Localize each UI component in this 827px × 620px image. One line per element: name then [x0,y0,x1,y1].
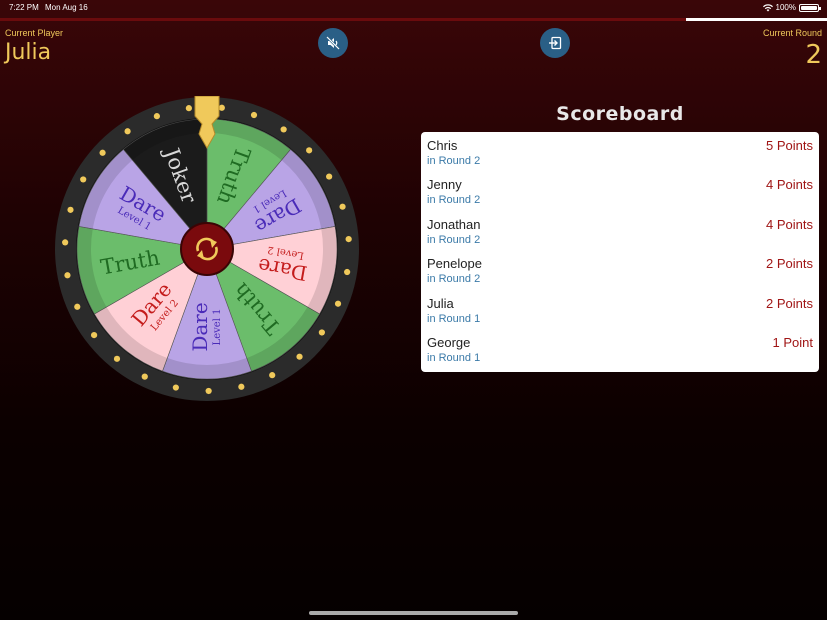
score-row: Jonathan in Round 2 4 Points [421,211,819,250]
player-name: Penelope [427,256,482,272]
player-round: in Round 2 [427,194,481,207]
rim-light [318,329,325,336]
speaker-mute-icon [326,36,340,50]
round-progress-bar [0,18,827,21]
rim-light [80,176,87,183]
rim-light [185,105,192,112]
round-progress-fill [686,18,827,21]
scoreboard-title: Scoreboard [556,103,684,125]
score-row: Julia in Round 1 2 Points [421,290,819,329]
player-round: in Round 2 [427,233,481,246]
rim-light [205,387,212,395]
mute-button[interactable] [318,28,348,58]
rim-light [269,372,276,379]
score-row: Chris in Round 2 5 Points [421,132,819,171]
rim-light [153,113,160,120]
current-player-name: Julia [5,40,52,65]
rim-light [345,235,352,243]
rim-light [90,332,98,339]
status-date: Mon Aug 16 [45,3,88,12]
player-name: George [427,334,471,350]
rim-light [339,203,346,210]
player-name: Julia [427,295,454,311]
rim-light [124,128,131,135]
scoreboard-list: Chris in Round 25 Points Jenny in Round 24 … [421,132,819,372]
status-time: 7:22 PM [9,3,39,12]
segment-label-text: Dare [188,302,212,351]
rim-light [238,383,245,390]
player-points: 2 Points [766,256,813,272]
current-round-label: Current Round [762,28,822,38]
score-row: Jenny in Round 2 4 Points [421,171,819,210]
exit-icon [549,36,562,50]
player-points: 4 Points [766,216,813,232]
rim-light [296,353,303,360]
player-points: 4 Points [766,177,813,193]
rim-light [250,111,258,119]
rim-light [218,104,225,111]
status-bar: 7:22 PM Mon Aug 16 100% [0,0,827,16]
player-name: Jonathan [427,216,481,232]
battery-percent: 100% [775,3,796,12]
battery-icon [799,3,821,12]
exit-button[interactable] [540,28,570,58]
rim-light [172,384,179,391]
rim-light [99,149,106,156]
current-round-value: 2 [805,40,822,70]
rim-light [334,300,342,307]
rim-light [113,355,121,362]
rim-light [326,173,333,180]
player-round: in Round 2 [427,273,481,286]
rim-light [64,272,71,279]
rim-light [67,206,74,213]
rim-light [306,147,313,154]
rim-light [62,239,69,246]
player-name: Jenny [427,177,462,193]
player-points: 1 Point [772,334,813,350]
spin-hub-button [180,222,234,276]
player-round: in Round 1 [427,351,481,364]
rim-light [344,268,351,276]
segment-sublabel-text: Level 1 [212,309,223,346]
score-row: Penelope in Round 2 2 Points [421,250,819,289]
player-round: in Round 2 [427,155,481,167]
rim-light [141,373,148,380]
status-right: 100% [762,3,821,12]
current-player-label: Current Player [5,28,64,38]
rim-light [280,126,287,133]
player-round: in Round 1 [427,312,481,325]
rim-light [74,303,81,310]
score-row: George in Round 1 1 Point [421,329,819,368]
player-name: Chris [427,138,458,153]
player-points: 5 Points [766,138,813,153]
wifi-icon [762,3,773,11]
spin-wheel[interactable]: TruthDareLevel 1DareLevel 2TruthDare Leve… [54,96,360,402]
home-indicator[interactable] [309,611,518,615]
player-points: 2 Points [766,295,813,311]
wheel-segment-label: DareLevel 1 [188,302,223,351]
